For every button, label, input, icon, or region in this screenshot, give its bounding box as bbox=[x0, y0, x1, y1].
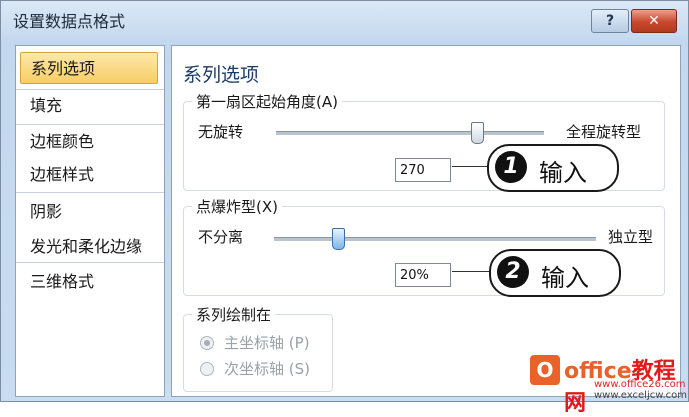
plot-series-on-label: 系列绘制在 bbox=[192, 304, 276, 325]
sidebar-item-glow-soft-edges[interactable]: 发光和柔化边缘 bbox=[20, 231, 158, 263]
secondary-axis-radio[interactable] bbox=[200, 362, 214, 376]
options-panel: 系列选项 第一扇区起始角度(A) 无旋转 全程旋转型 270 点爆炸型(X) 不… bbox=[171, 45, 681, 397]
close-button[interactable]: ✕ bbox=[631, 9, 677, 33]
full-rotation-label: 全程旋转型 bbox=[566, 123, 642, 141]
sidebar-divider bbox=[16, 124, 164, 125]
help-icon: ? bbox=[605, 13, 615, 29]
no-separation-label: 不分离 bbox=[198, 228, 244, 246]
explosion-input[interactable]: 20% bbox=[395, 263, 451, 287]
sidebar-divider bbox=[16, 192, 164, 193]
primary-axis-radio[interactable] bbox=[200, 336, 214, 350]
help-button[interactable]: ? bbox=[591, 9, 629, 33]
callout-1: 1 输入 bbox=[487, 144, 619, 192]
callout-text: 输入 bbox=[541, 264, 589, 292]
category-list: 系列选项 填充 边框颜色 边框样式 阴影 发光和柔化边缘 三维格式 bbox=[15, 45, 165, 397]
callout-number-badge: 1 bbox=[495, 151, 527, 183]
secondary-axis-label: 次坐标轴 (S) bbox=[224, 360, 311, 378]
callout-2: 2 输入 bbox=[489, 249, 621, 297]
sidebar-item-border-style[interactable]: 边框样式 bbox=[20, 159, 158, 191]
sidebar-item-series-options[interactable]: 系列选项 bbox=[20, 52, 158, 84]
watermark-url-1: www.office26.com bbox=[594, 379, 686, 390]
sidebar-item-border-color[interactable]: 边框颜色 bbox=[20, 126, 158, 158]
panel-title: 系列选项 bbox=[183, 64, 260, 86]
angle-slider-thumb[interactable] bbox=[471, 122, 484, 144]
angle-slider-track[interactable] bbox=[276, 131, 544, 135]
explosion-slider-thumb[interactable] bbox=[332, 228, 346, 250]
callout-leader-line bbox=[452, 271, 490, 272]
callout-number-badge: 2 bbox=[497, 256, 529, 288]
close-icon: ✕ bbox=[648, 13, 660, 29]
plot-series-on-group: 系列绘制在 主坐标轴 (P) 次坐标轴 (S) bbox=[183, 304, 333, 392]
no-rotation-label: 无旋转 bbox=[198, 123, 244, 141]
format-data-point-dialog: 设置数据点格式 ? ✕ 系列选项 填充 边框颜色 边框样式 阴影 发光和柔化边缘… bbox=[0, 0, 689, 402]
sidebar-item-shadow[interactable]: 阴影 bbox=[20, 196, 158, 228]
dialog-title: 设置数据点格式 bbox=[13, 12, 126, 31]
title-bar[interactable]: 设置数据点格式 ? ✕ bbox=[1, 1, 688, 37]
site-watermark: O office教程网 www.office26.com www.exceljc… bbox=[528, 353, 688, 416]
sidebar-divider bbox=[16, 262, 164, 263]
watermark-url-2: www.exceljcw.com bbox=[594, 390, 688, 401]
primary-axis-label: 主坐标轴 (P) bbox=[224, 334, 310, 352]
first-slice-angle-label: 第一扇区起始角度(A) bbox=[192, 91, 342, 112]
angle-input[interactable]: 270 bbox=[395, 158, 451, 182]
point-explosion-label: 点爆炸型(X) bbox=[192, 196, 282, 217]
office-logo-icon: O bbox=[530, 355, 560, 385]
callout-leader-line bbox=[452, 166, 488, 167]
independent-label: 独立型 bbox=[608, 228, 654, 246]
sidebar-item-fill[interactable]: 填充 bbox=[20, 90, 158, 122]
callout-text: 输入 bbox=[539, 159, 587, 187]
sidebar-item-3d-format[interactable]: 三维格式 bbox=[20, 266, 158, 298]
explosion-slider-track[interactable] bbox=[274, 237, 596, 241]
